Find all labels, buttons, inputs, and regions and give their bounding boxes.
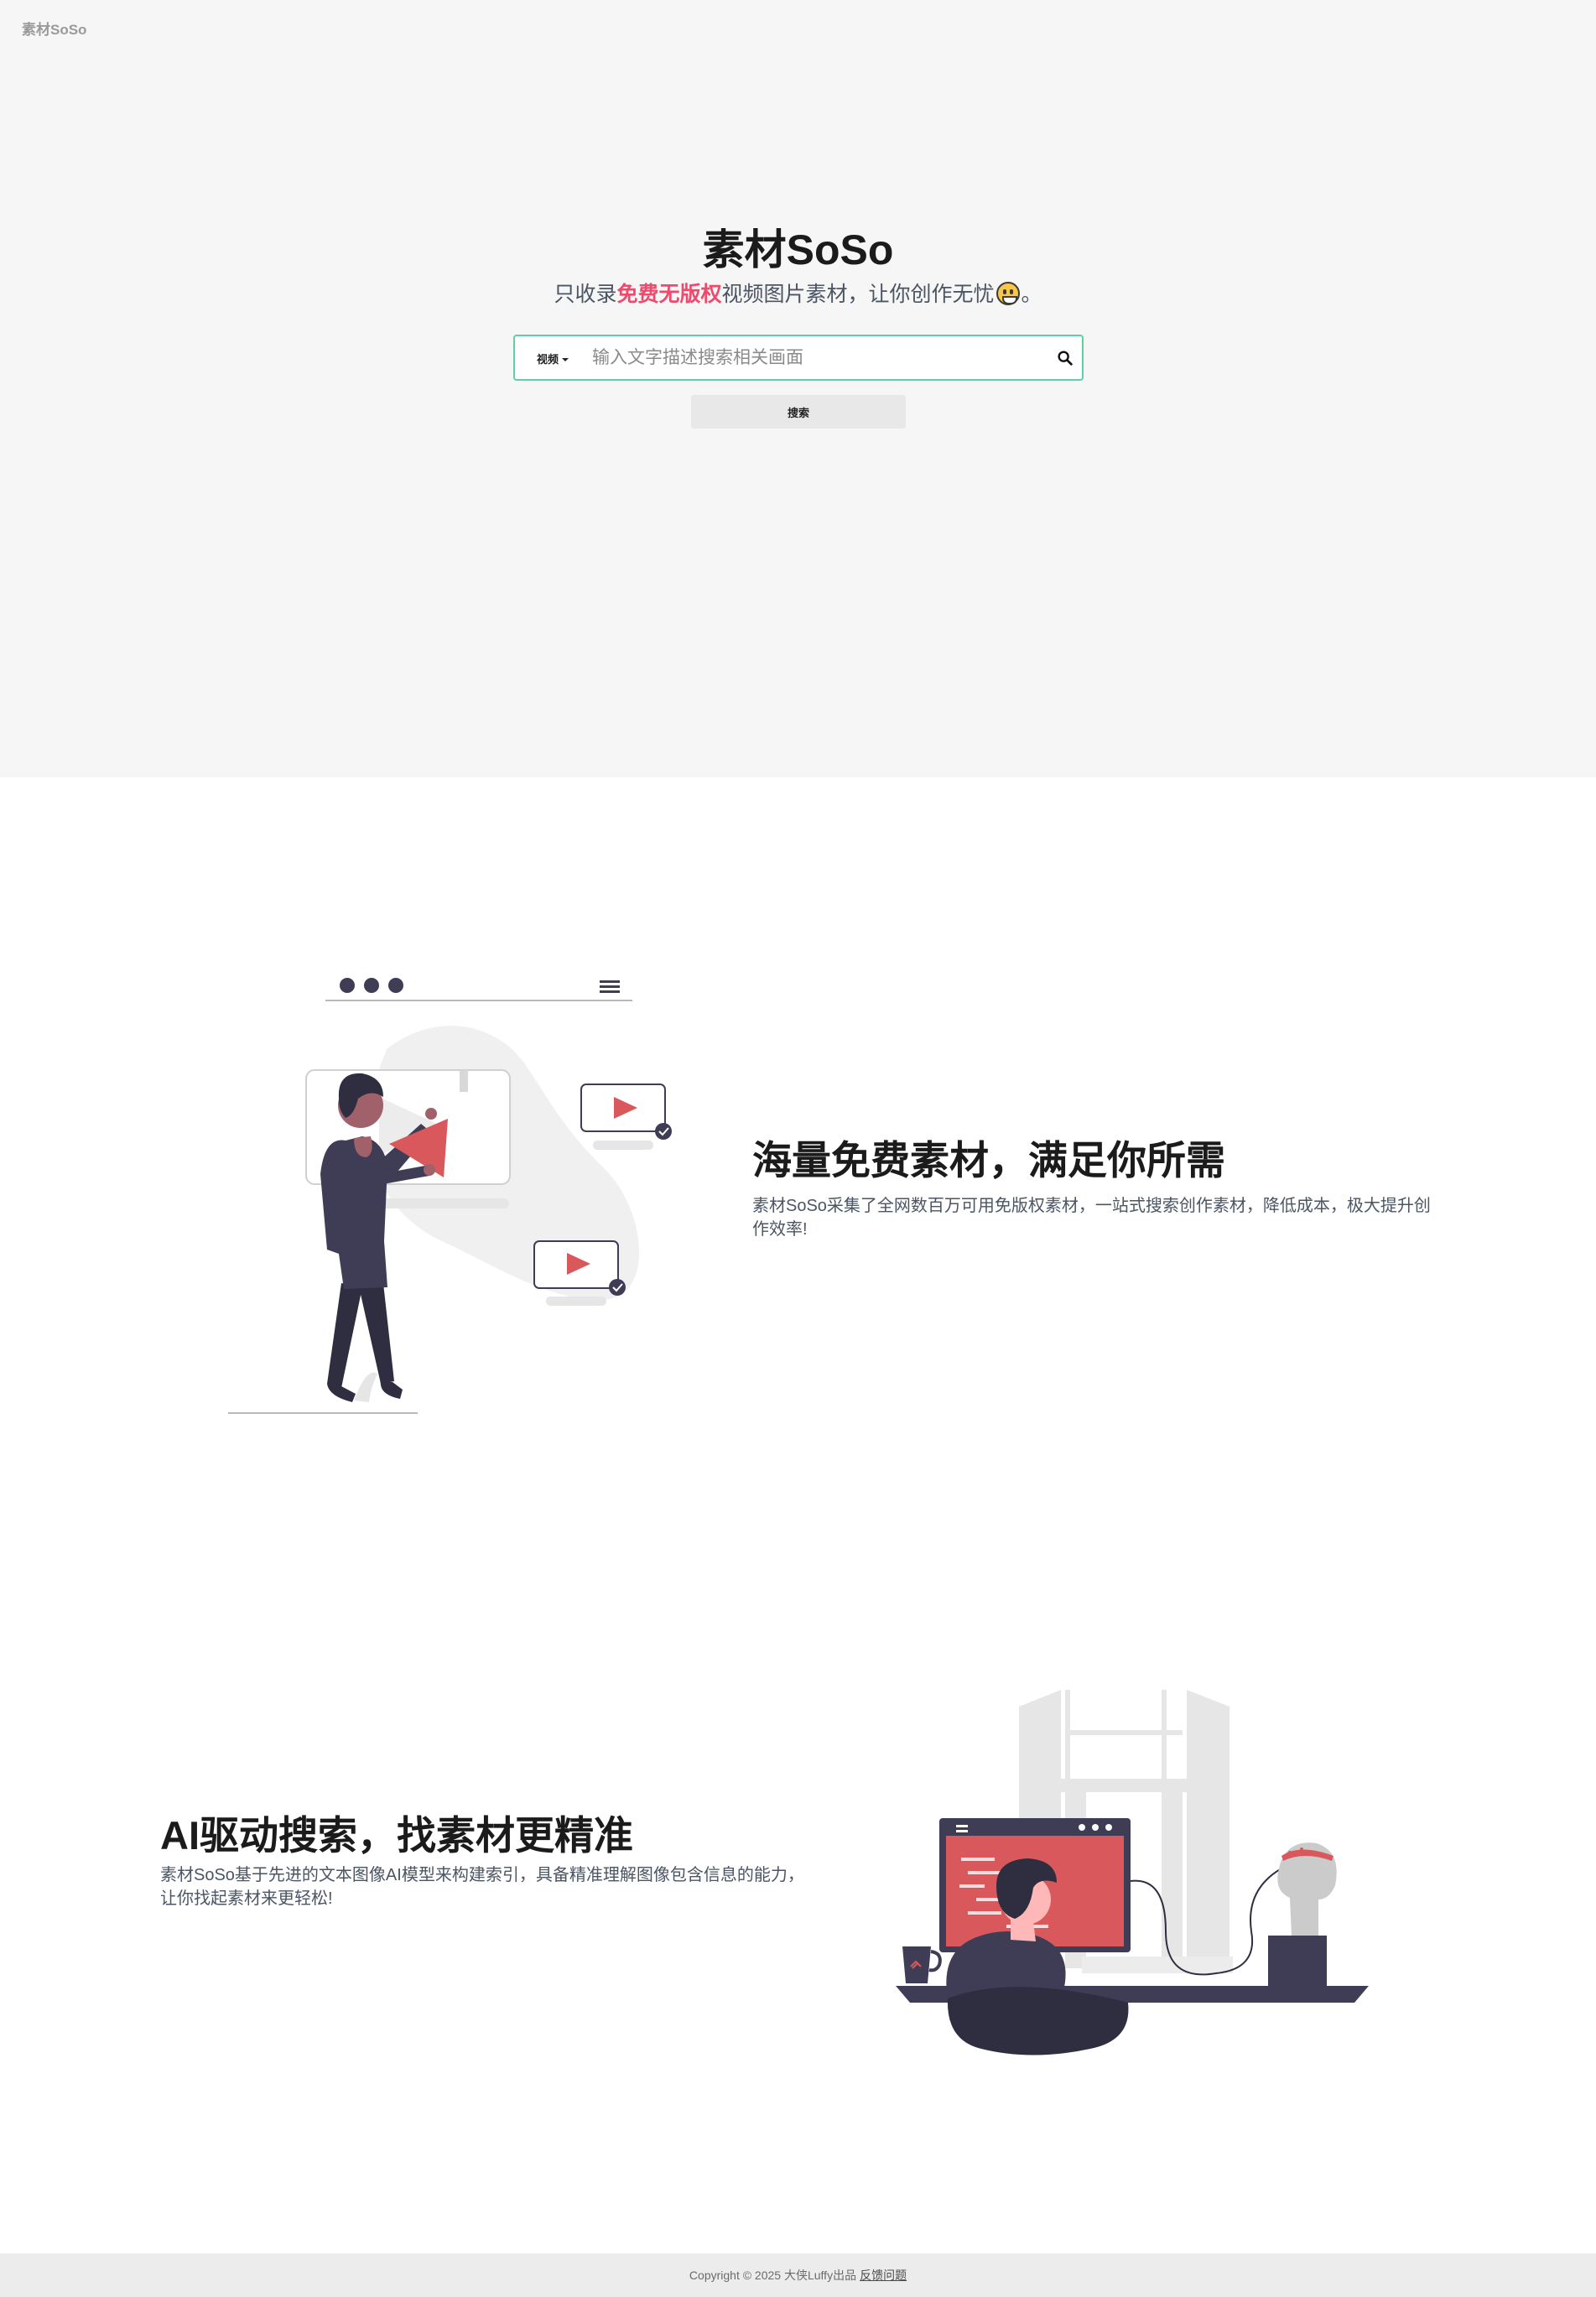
search-bar: 视频 [513,335,1084,381]
feedback-link[interactable]: 反馈问题 [860,2268,907,2282]
ai-developer-illustration [896,1690,1369,2055]
subtitle-highlight: 免费无版权 [616,283,722,306]
media-type-label: 视频 [537,353,559,366]
caret-down-icon [562,358,569,361]
search-button[interactable]: 搜索 [691,395,906,429]
video-library-illustration [228,978,672,1414]
hero-subtitle: 只收录免费无版权视频图片素材，让你创作无忧 。 [0,278,1596,308]
subtitle-text-1: 只收录 [554,283,617,306]
feature-2-title: AI驱动搜索，找素材更精准 [160,1813,633,1858]
hero-section: 素材SoSo 素材SoSo 只收录免费无版权视频图片素材，让你创作无忧。 视频 … [0,0,1596,777]
feature-2-description: 素材SoSo基于先进的文本图像AI模型来构建索引，具备精准理解图像包含信息的能力… [160,1866,804,1908]
search-icon[interactable] [1056,349,1074,367]
site-logo[interactable]: 素材SoSo [22,18,86,39]
search-input[interactable] [592,344,1028,372]
media-type-dropdown[interactable]: 视频 [537,351,569,366]
copyright-text: Copyright © 2025 大侠Luffy出品 [689,2268,857,2282]
grinning-face-icon [996,282,1020,305]
page-title: 素材SoSo [702,226,894,273]
feature-1-description: 素材SoSo采集了全网数百万可用免版权素材，一站式搜索创作素材，降低成本，极大提… [752,1197,1431,1239]
subtitle-text-2: 视频图片素材，让你创作无忧 [721,283,995,306]
feature-1-title: 海量免费素材，满足你所需 [752,1138,1225,1182]
site-footer: Copyright © 2025 大侠Luffy出品 反馈问题 [0,2253,1596,2297]
subtitle-text-end: 。 [1021,283,1042,306]
